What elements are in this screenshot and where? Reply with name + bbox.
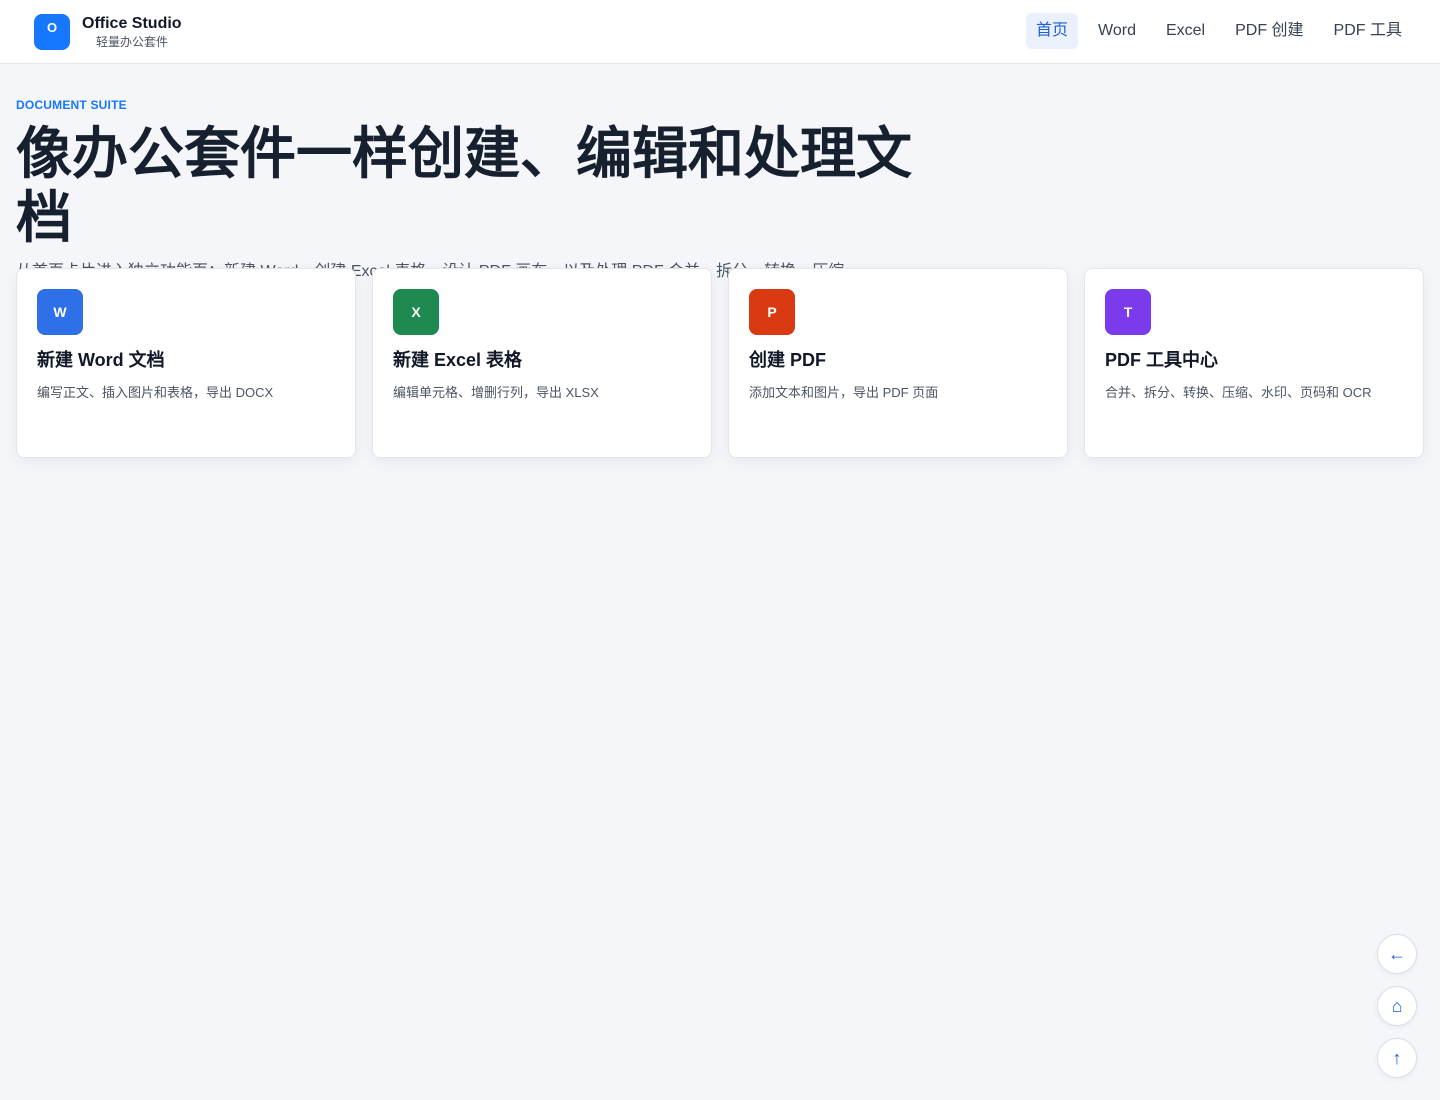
- back-button[interactable]: ←: [1377, 934, 1417, 974]
- card-title: 新建 Word 文档: [37, 350, 165, 370]
- card-title: 新建 Excel 表格: [393, 350, 523, 370]
- nav-item-pdf-tools[interactable]: PDF 工具: [1324, 13, 1412, 49]
- word-icon: W: [37, 289, 83, 335]
- tools-icon: T: [1105, 289, 1151, 335]
- arrow-left-icon: ←: [1388, 943, 1406, 964]
- nav-item-pdf-create[interactable]: PDF 创建: [1225, 13, 1313, 49]
- hero-eyebrow: DOCUMENT SUITE: [16, 98, 127, 112]
- brand-subtitle: 轻量办公套件: [96, 35, 169, 49]
- nav-item-excel[interactable]: Excel: [1156, 13, 1215, 49]
- card-new-word[interactable]: W 新建 Word 文档 编写正文、插入图片和表格，导出 DOCX: [16, 268, 356, 458]
- arrow-up-icon: ↑: [1392, 1047, 1402, 1068]
- home-button[interactable]: ⌂: [1377, 986, 1417, 1026]
- nav-item-word[interactable]: Word: [1088, 13, 1146, 49]
- brand-name: Office Studio: [82, 15, 182, 32]
- brand[interactable]: O Office Studio 轻量办公套件: [34, 14, 182, 50]
- page-title: 像办公套件一样创建、编辑和处理文档: [16, 122, 912, 249]
- card-title: 创建 PDF: [749, 350, 827, 370]
- main-nav: 首页 Word Excel PDF 创建 PDF 工具: [1016, 13, 1412, 49]
- nav-item-home[interactable]: 首页: [1026, 13, 1079, 49]
- card-description: 编写正文、插入图片和表格，导出 DOCX: [37, 385, 274, 400]
- feature-cards: W 新建 Word 文档 编写正文、插入图片和表格，导出 DOCX X 新建 E…: [16, 268, 1424, 458]
- brand-text: Office Studio 轻量办公套件: [82, 14, 182, 50]
- card-description: 添加文本和图片，导出 PDF 页面: [749, 385, 939, 400]
- brand-logo-icon: O: [34, 14, 70, 50]
- card-new-excel[interactable]: X 新建 Excel 表格 编辑单元格、增删行列，导出 XLSX: [372, 268, 712, 458]
- excel-icon: X: [393, 289, 439, 335]
- home-icon: ⌂: [1391, 995, 1403, 1016]
- card-create-pdf[interactable]: P 创建 PDF 添加文本和图片，导出 PDF 页面: [728, 268, 1068, 458]
- card-description: 合并、拆分、转换、压缩、水印、页码和 OCR: [1105, 385, 1372, 400]
- card-title: PDF 工具中心: [1105, 350, 1219, 370]
- card-pdf-tools[interactable]: T PDF 工具中心 合并、拆分、转换、压缩、水印、页码和 OCR: [1084, 268, 1424, 458]
- card-description: 编辑单元格、增删行列，导出 XLSX: [393, 385, 599, 400]
- scroll-top-button[interactable]: ↑: [1377, 1038, 1417, 1078]
- pdf-icon: P: [749, 289, 795, 335]
- top-bar: O Office Studio 轻量办公套件 首页 Word Excel PDF…: [0, 0, 1440, 64]
